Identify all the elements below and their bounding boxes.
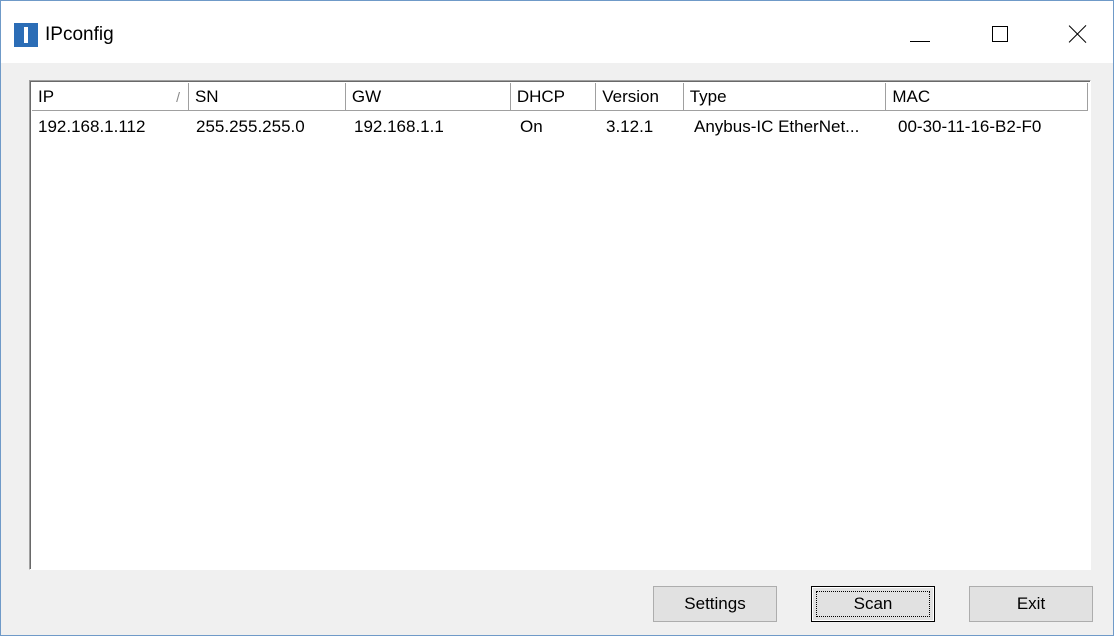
app-logo-icon [14,23,38,47]
ipconfig-window: IPconfig IP / SN GW DHCP Version Type MA… [0,0,1114,636]
column-header-mac[interactable]: MAC [886,83,1087,111]
column-header-sn[interactable]: SN [188,83,346,111]
close-icon [1068,24,1088,44]
close-button[interactable] [1049,11,1107,57]
cell-ip: 192.168.1.112 [38,117,146,136]
table-row[interactable]: 192.168.1.112 255.255.255.0 192.168.1.1 … [32,113,1094,141]
column-header-version[interactable]: Version [596,83,684,111]
maximize-icon [992,26,1008,42]
window-title: IPconfig [45,24,114,45]
title-bar[interactable]: IPconfig [1,1,1113,63]
sort-indicator-icon: / [176,89,180,105]
column-header-dhcp[interactable]: DHCP [510,83,597,111]
settings-button[interactable]: Settings [653,586,777,622]
minimize-icon [910,40,930,42]
column-header-type[interactable]: Type [683,83,887,111]
cell-sn: 255.255.255.0 [196,117,305,136]
focus-rectangle [816,591,930,617]
minimize-button[interactable] [891,11,949,57]
cell-mac: 00-30-11-16-B2-F0 [898,117,1042,136]
column-header-gw[interactable]: GW [345,83,511,111]
cell-type: Anybus-IC EtherNet... [694,117,860,136]
maximize-button[interactable] [971,11,1029,57]
cell-gw: 192.168.1.1 [354,117,444,136]
scan-button[interactable]: Scan [811,586,935,622]
column-header-row: IP / SN GW DHCP Version Type MAC [32,83,1088,111]
cell-dhcp: On [520,117,543,136]
exit-button[interactable]: Exit [969,586,1093,622]
device-list[interactable]: IP / SN GW DHCP Version Type MAC 192.168… [29,80,1091,570]
column-header-filler [1086,83,1088,111]
column-header-ip[interactable]: IP / [32,83,189,111]
cell-version: 3.12.1 [606,117,654,136]
